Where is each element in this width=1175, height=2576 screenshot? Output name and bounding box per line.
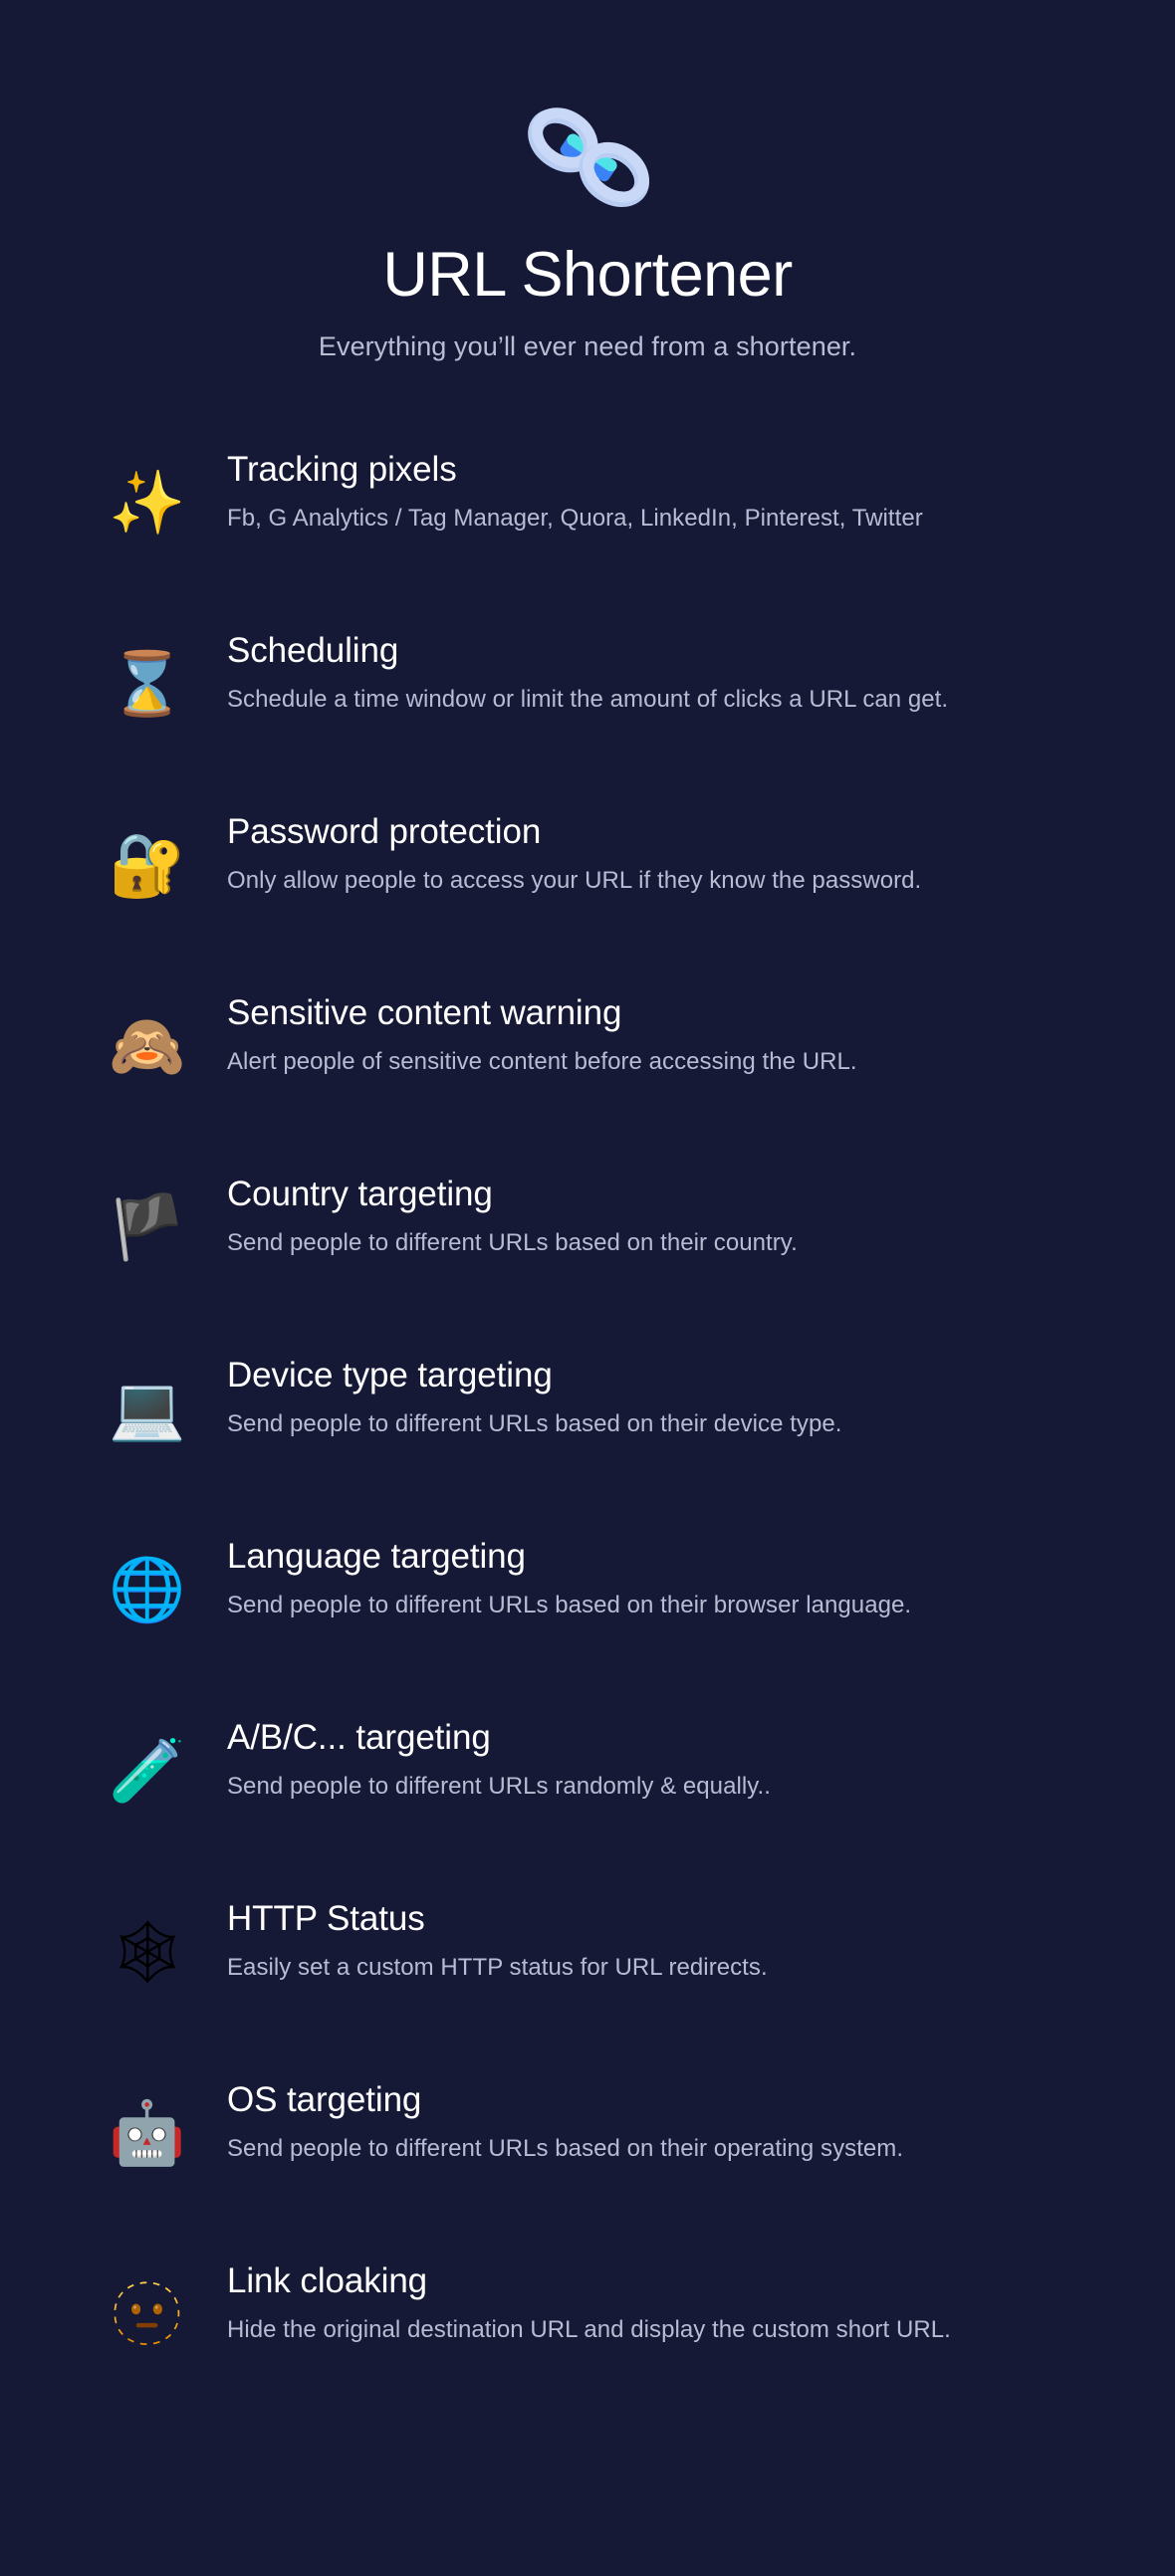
feature-description: Send people to different URLs based on t… [227, 2135, 904, 2163]
feature-item-scheduling: ⌛ Scheduling Schedule a time window or l… [0, 615, 1175, 796]
feature-description: Send people to different URLs based on t… [227, 1410, 842, 1438]
feature-description: Only allow people to access your URL if … [227, 867, 922, 895]
feature-item-http-status: 🕸 HTTP Status Easily set a custom HTTP s… [0, 1883, 1175, 2064]
feature-text: A/B/C... targeting Send people to differ… [195, 1702, 771, 1802]
laptop-icon: 💻 [109, 1375, 186, 1444]
feature-title: Sensitive content warning [227, 993, 622, 1033]
feature-item-os-targeting: 🤖 OS targeting Send people to different … [0, 2064, 1175, 2246]
feature-title: HTTP Status [227, 1899, 425, 1939]
feature-title: Link cloaking [227, 2261, 428, 2301]
feature-list: ✨ Tracking pixels Fb, G Analytics / Tag … [0, 434, 1175, 2576]
chain-link-icon [503, 100, 672, 219]
feature-text: HTTP Status Easily set a custom HTTP sta… [195, 1883, 768, 1983]
feature-item-device-type-targeting: 💻 Device type targeting Send people to d… [0, 1340, 1175, 1521]
feature-description: Hide the original destination URL and di… [227, 2316, 951, 2344]
robot-icon: 🤖 [109, 2099, 186, 2169]
feature-title: Device type targeting [227, 1356, 553, 1395]
black-flag-icon: 🏴 [109, 1193, 186, 1263]
hourglass-icon: ⌛ [109, 650, 186, 720]
feature-item-abc-targeting: 🧪 A/B/C... targeting Send people to diff… [0, 1702, 1175, 1883]
feature-title: Country targeting [227, 1175, 493, 1214]
page-title: URL Shortener [382, 240, 793, 310]
feature-item-tracking-pixels: ✨ Tracking pixels Fb, G Analytics / Tag … [0, 434, 1175, 615]
see-no-evil-monkey-icon: 🙈 [109, 1012, 186, 1082]
feature-description: Send people to different URLs based on t… [227, 1229, 798, 1257]
feature-text: Language targeting Send people to differ… [195, 1521, 911, 1620]
url-shortener-landing-page: URL Shortener Everything you’ll ever nee… [0, 0, 1175, 2576]
feature-title: Password protection [227, 812, 542, 852]
feature-item-country-targeting: 🏴 Country targeting Send people to diffe… [0, 1159, 1175, 1340]
feature-text: Device type targeting Send people to dif… [195, 1340, 841, 1439]
feature-description: Send people to different URLs randomly &… [227, 1773, 771, 1801]
page-subtitle: Everything you’ll ever need from a short… [318, 331, 857, 362]
feature-description: Send people to different URLs based on t… [227, 1592, 912, 1619]
page-header: URL Shortener Everything you’ll ever nee… [0, 0, 1175, 362]
feature-item-sensitive-content-warning: 🙈 Sensitive content warning Alert people… [0, 977, 1175, 1159]
feature-item-password-protection: 🔐 Password protection Only allow people … [0, 796, 1175, 977]
feature-text: Scheduling Schedule a time window or lim… [195, 615, 948, 715]
dotted-line-face-icon: 🫥 [109, 2280, 186, 2350]
feature-text: Country targeting Send people to differe… [195, 1159, 798, 1258]
feature-item-link-cloaking: 🫥 Link cloaking Hide the original destin… [0, 2246, 1175, 2427]
feature-title: A/B/C... targeting [227, 1718, 491, 1758]
feature-item-language-targeting: 🌐 Language targeting Send people to diff… [0, 1521, 1175, 1702]
feature-description: Fb, G Analytics / Tag Manager, Quora, Li… [227, 505, 923, 533]
feature-title: OS targeting [227, 2080, 422, 2120]
feature-text: Sensitive content warning Alert people o… [195, 977, 857, 1077]
feature-title: Language targeting [227, 1537, 526, 1577]
feature-description: Easily set a custom HTTP status for URL … [227, 1954, 768, 1982]
spider-web-icon: 🕸 [108, 1918, 187, 1988]
test-tube-icon: 🧪 [109, 1737, 186, 1807]
globe-with-meridians-icon: 🌐 [109, 1556, 186, 1625]
feature-description: Alert people of sensitive content before… [227, 1048, 857, 1076]
sparkles-icon: ✨ [109, 469, 186, 538]
feature-text: Tracking pixels Fb, G Analytics / Tag Ma… [195, 434, 923, 534]
feature-text: OS targeting Send people to different UR… [195, 2064, 903, 2164]
feature-text: Link cloaking Hide the original destinat… [195, 2246, 951, 2345]
feature-description: Schedule a time window or limit the amou… [227, 686, 949, 714]
locked-with-key-icon: 🔐 [109, 831, 186, 901]
feature-title: Tracking pixels [227, 450, 457, 490]
feature-text: Password protection Only allow people to… [195, 796, 921, 896]
feature-title: Scheduling [227, 631, 399, 671]
